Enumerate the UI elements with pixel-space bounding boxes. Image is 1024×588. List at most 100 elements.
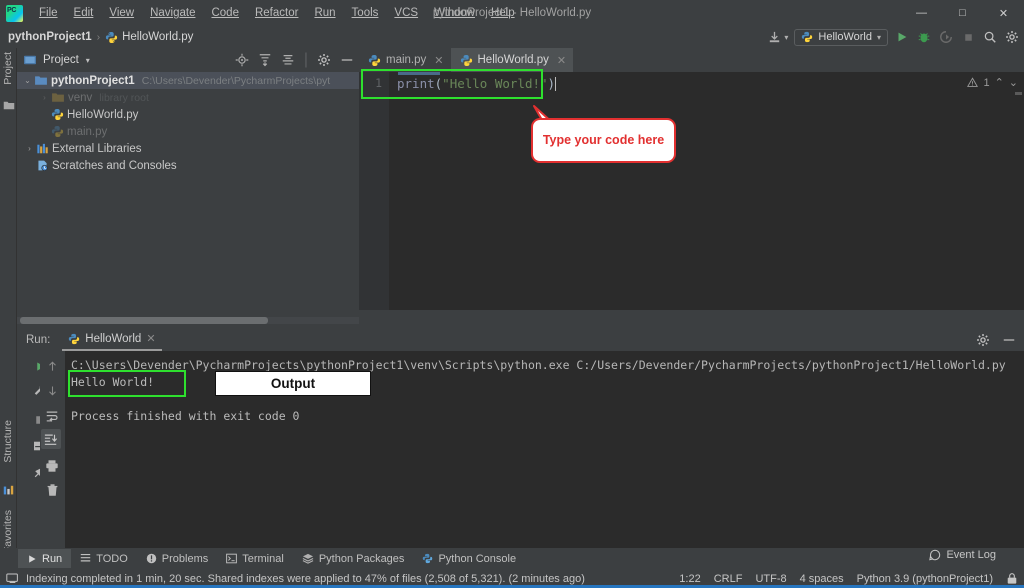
tree-path: library root (99, 91, 149, 104)
tree-label: venv (68, 91, 93, 104)
code-editor[interactable]: 1 print("Hello World!") 1 ⌃ ⌄ (359, 72, 1024, 310)
project-tree[interactable]: ⌄ pythonProject1 C:\Users\Devender\Pycha… (17, 72, 359, 312)
caret-position[interactable]: 1:22 (679, 573, 700, 585)
vcs-dropdown-caret[interactable]: ▾ (784, 33, 788, 42)
lock-icon[interactable] (1006, 572, 1018, 585)
chevron-right-icon[interactable]: › (23, 144, 36, 153)
indent-setting[interactable]: 4 spaces (800, 573, 844, 585)
output-label-annotation: Output (215, 371, 371, 396)
event-log-label: Event Log (946, 549, 996, 561)
locate-file-icon[interactable] (235, 53, 249, 67)
run-settings-gear-icon[interactable] (976, 333, 990, 347)
bottom-button-python-packages[interactable]: Python Packages (293, 549, 414, 568)
breadcrumb-project[interactable]: pythonProject1 (8, 31, 92, 43)
run-console-output[interactable]: C:\Users\Devender\PycharmProjects\python… (65, 351, 1024, 548)
search-icon[interactable] (982, 29, 998, 45)
hide-panel-icon[interactable] (340, 53, 354, 67)
event-log-button[interactable]: Event Log (929, 549, 996, 561)
run-panel-hide-icon[interactable] (1002, 333, 1016, 347)
python-interpreter[interactable]: Python 3.9 (pythonProject1) (857, 573, 993, 585)
run-configuration-selector[interactable]: HelloWorld ▾ (794, 28, 888, 46)
run-panel-actions (976, 333, 1016, 347)
bottom-button-label: Python Console (438, 552, 517, 565)
print-icon[interactable] (41, 455, 63, 477)
tree-row-pythonproject1[interactable]: ⌄ pythonProject1 C:\Users\Devender\Pycha… (17, 72, 359, 89)
tab-close-icon[interactable]: ✕ (434, 54, 443, 67)
scroll-up-arrow-icon[interactable] (41, 355, 63, 377)
menu-item-refactor[interactable]: Refactor (247, 4, 306, 22)
clear-all-trash-icon[interactable] (41, 479, 63, 501)
tree-row-venv[interactable]: › venv library root (17, 89, 359, 106)
breadcrumb-file[interactable]: HelloWorld.py (122, 31, 193, 43)
bottom-button-terminal[interactable]: Terminal (217, 549, 293, 568)
rail-favorites-label[interactable]: Favorites (2, 510, 14, 553)
chevron-right-icon[interactable]: › (38, 93, 51, 102)
menu-item-edit[interactable]: Edit (66, 4, 102, 22)
chevron-down-icon[interactable]: ⌄ (21, 76, 34, 85)
menu-item-code[interactable]: Code (203, 4, 247, 22)
menu-item-vcs[interactable]: VCS (386, 4, 426, 22)
chevron-down-icon[interactable]: ⌄ (1009, 76, 1018, 89)
menu-item-tools[interactable]: Tools (344, 4, 387, 22)
tree-row-scratches-and-consoles[interactable]: Scratches and Consoles (17, 157, 359, 174)
run-play-icon (27, 554, 37, 564)
scroll-to-end-icon[interactable] (41, 429, 61, 449)
rail-project-label[interactable]: Project (2, 52, 14, 85)
line-separator[interactable]: CRLF (714, 573, 743, 585)
tree-row-main-py[interactable]: main.py (17, 123, 359, 140)
collapse-all-icon[interactable] (281, 53, 295, 67)
project-tree-horizontal-scrollbar[interactable] (20, 317, 268, 324)
scroll-down-arrow-icon[interactable] (41, 379, 63, 401)
menu-item-view[interactable]: View (101, 4, 142, 22)
tree-row-helloworld-py[interactable]: HelloWorld.py (17, 106, 359, 123)
menu-item-run[interactable]: Run (306, 4, 343, 22)
project-panel-header: Project ▾ | (17, 48, 359, 72)
editor-scrollbar-thumb[interactable] (1015, 92, 1022, 95)
tab-helloworld-py[interactable]: HelloWorld.py ✕ (450, 48, 574, 72)
code-token-string: "Hello World!" (442, 76, 548, 91)
run-panel-label: Run: (26, 333, 51, 346)
bottom-button-problems[interactable]: Problems (137, 549, 217, 568)
run-with-coverage-button[interactable] (938, 29, 954, 45)
tab-label: HelloWorld.py (477, 54, 549, 66)
bottom-button-python-console[interactable]: Python Console (413, 549, 525, 568)
run-tab-helloworld[interactable]: HelloWorld ✕ (62, 328, 162, 351)
rail-structure-label[interactable]: Structure (2, 420, 14, 463)
maximize-button[interactable]: □ (942, 0, 983, 26)
file-encoding[interactable]: UTF-8 (755, 573, 786, 585)
run-button[interactable] (894, 29, 910, 45)
chevron-up-icon[interactable]: ⌃ (995, 76, 1004, 89)
stop-button[interactable] (960, 29, 976, 45)
vcs-update-icon[interactable] (766, 29, 782, 45)
project-panel-caret[interactable]: ▾ (86, 56, 90, 65)
tree-row-external-libraries[interactable]: › External Libraries (17, 140, 359, 157)
editor-gutter: 1 (359, 72, 389, 310)
python-config-icon (801, 31, 813, 43)
tab-label: main.py (386, 54, 427, 66)
navbar-toolbar: ▾ HelloWorld ▾ (766, 26, 1020, 48)
menu-item-navigate[interactable]: Navigate (142, 4, 203, 22)
run-panel-sidebar-right (40, 351, 65, 548)
chevron-down-icon: ▾ (876, 32, 881, 42)
tab-main-py[interactable]: main.py ✕ (359, 48, 451, 72)
debug-button[interactable] (916, 29, 932, 45)
run-tab-close-icon[interactable]: ✕ (146, 332, 155, 345)
bottom-button-label: Run (42, 552, 63, 565)
soft-wrap-icon[interactable] (41, 405, 63, 427)
minimize-button[interactable]: — (901, 0, 942, 26)
bottom-button-todo[interactable]: TODO (71, 549, 137, 568)
tree-path: C:\Users\Devender\PycharmProjects\pyt (141, 74, 331, 87)
console-line-exit: Process finished with exit code 0 (71, 409, 300, 423)
menu-item-file[interactable]: File (31, 4, 66, 22)
editor-tab-bar: main.py ✕ HelloWorld.py ✕ (359, 48, 1024, 72)
editor-code-area[interactable]: print("Hello World!") (389, 72, 1024, 310)
problems-icon (146, 553, 157, 564)
expand-all-icon[interactable] (258, 53, 272, 67)
close-button[interactable]: ✕ (983, 0, 1024, 26)
project-panel-title[interactable]: Project (43, 54, 79, 66)
panel-settings-gear-icon[interactable] (317, 53, 331, 67)
bottom-button-run[interactable]: Run (18, 549, 72, 568)
tab-close-icon[interactable]: ✕ (557, 54, 566, 67)
settings-gear-icon[interactable] (1004, 29, 1020, 45)
editor-inspection-widget[interactable]: 1 ⌃ ⌄ (967, 76, 1018, 89)
